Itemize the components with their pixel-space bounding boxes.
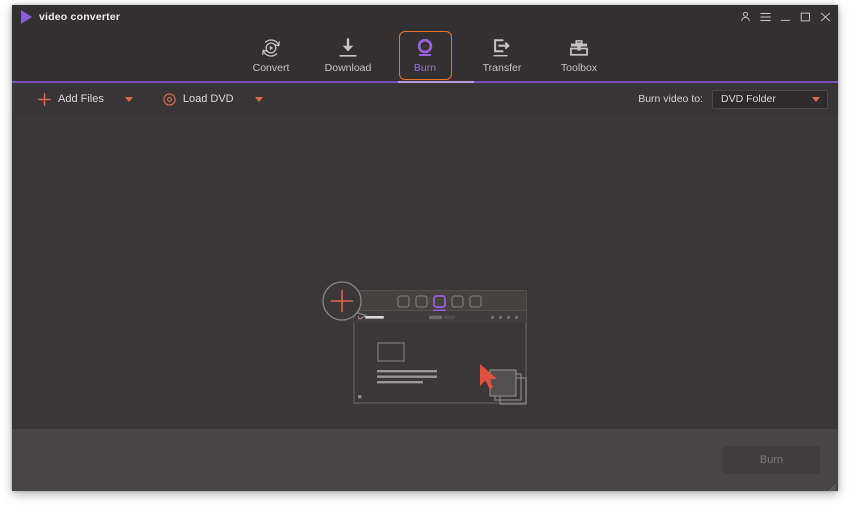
maximize-icon[interactable] bbox=[800, 12, 811, 22]
tab-convert[interactable]: Convert bbox=[245, 31, 298, 80]
tab-transfer[interactable]: Transfer bbox=[476, 31, 529, 80]
chevron-down-icon[interactable] bbox=[124, 96, 133, 102]
account-icon[interactable] bbox=[740, 11, 751, 22]
transfer-icon bbox=[491, 37, 513, 59]
disc-icon bbox=[414, 37, 436, 59]
window-controls bbox=[740, 5, 831, 28]
add-files-label: Add Files bbox=[58, 93, 104, 105]
close-icon[interactable] bbox=[820, 12, 831, 22]
burn-destination-value: DVD Folder bbox=[721, 93, 776, 105]
play-triangle-logo-icon bbox=[21, 9, 32, 24]
app-title: video converter bbox=[39, 10, 121, 23]
load-dvd-button[interactable]: Load DVD bbox=[163, 92, 263, 106]
main-tab-bar: Convert Download Burn Transfer Toolbox bbox=[12, 28, 838, 83]
burn-destination-label: Burn video to: bbox=[638, 93, 703, 105]
chevron-down-icon[interactable] bbox=[254, 96, 263, 102]
chevron-down-icon bbox=[812, 96, 820, 102]
action-toolbar: Add Files Load DVD Burn video to: DVD Fo… bbox=[12, 83, 838, 115]
application-window: video converter Convert Download Burn Tr… bbox=[12, 5, 838, 491]
tab-convert-label: Convert bbox=[252, 62, 290, 74]
burn-destination-group: Burn video to: DVD Folder bbox=[638, 89, 828, 109]
tab-download[interactable]: Download bbox=[322, 31, 375, 80]
burn-button-label: Burn bbox=[759, 454, 784, 466]
footer-bar: Burn bbox=[12, 429, 838, 491]
plus-icon bbox=[38, 92, 51, 106]
tab-burn[interactable]: Burn bbox=[398, 31, 452, 80]
resize-grip-icon[interactable] bbox=[827, 480, 836, 491]
brand: video converter bbox=[12, 9, 121, 24]
disc-small-icon bbox=[163, 92, 176, 106]
tab-burn-label: Burn bbox=[413, 62, 437, 74]
tab-toolbox-label: Toolbox bbox=[560, 62, 598, 74]
burn-button[interactable]: Burn bbox=[723, 446, 820, 474]
tab-toolbox[interactable]: Toolbox bbox=[553, 31, 606, 80]
tab-transfer-label: Transfer bbox=[482, 62, 522, 74]
minimize-icon[interactable] bbox=[780, 12, 791, 22]
convert-icon bbox=[260, 37, 282, 59]
tab-download-label: Download bbox=[324, 62, 372, 74]
content-area[interactable] bbox=[12, 115, 838, 429]
menu-icon[interactable] bbox=[760, 12, 771, 22]
burn-destination-select[interactable]: DVD Folder bbox=[712, 89, 828, 109]
toolbox-icon bbox=[568, 37, 590, 59]
title-bar: video converter bbox=[12, 5, 838, 28]
add-files-button[interactable]: Add Files bbox=[38, 92, 133, 106]
download-icon bbox=[337, 37, 359, 59]
load-dvd-label: Load DVD bbox=[182, 93, 234, 105]
drop-zone-illustration[interactable] bbox=[310, 267, 540, 417]
